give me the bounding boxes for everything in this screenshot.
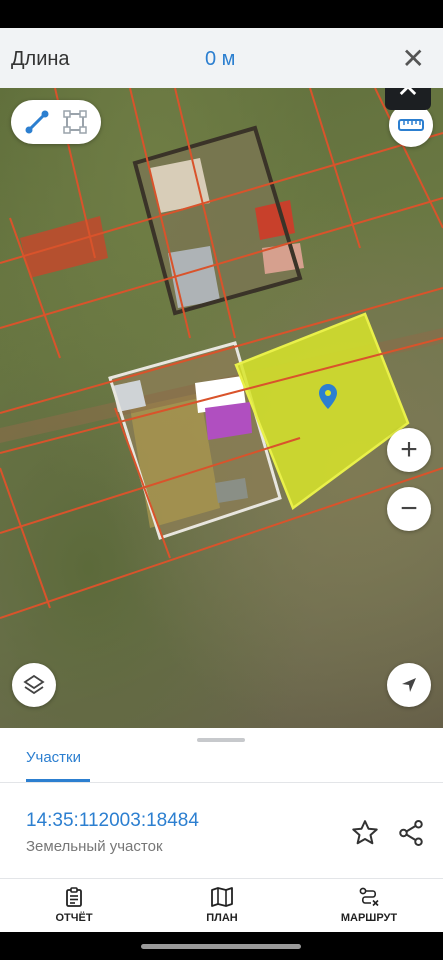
ruler-icon (398, 119, 424, 131)
status-bar (0, 0, 443, 28)
area-measure-icon[interactable] (61, 108, 89, 136)
system-gesture-bar (0, 932, 443, 960)
layers-icon (23, 674, 45, 695)
measure-value: 0 м (205, 48, 236, 70)
sheet-tabs: Участки (0, 744, 443, 783)
overlay-close-button[interactable]: ✕ (385, 88, 431, 110)
favorite-star-icon[interactable] (350, 818, 380, 848)
tab-active-indicator (26, 779, 90, 782)
zoom-in-button[interactable]: + (387, 428, 431, 472)
satellite-imagery (0, 88, 443, 619)
layers-button[interactable] (12, 663, 56, 707)
clipboard-icon (66, 887, 82, 907)
share-icon[interactable] (396, 818, 426, 848)
parcel-type: Земельный участок (26, 838, 163, 855)
nav-plan[interactable]: ПЛАН (172, 886, 272, 924)
sheet-drag-handle[interactable] (197, 738, 245, 742)
nav-report-label: ОТЧЁТ (55, 912, 93, 924)
map-view[interactable]: ✕ + − (0, 88, 443, 728)
zoom-out-button[interactable]: − (387, 487, 431, 531)
measure-header: Длина 0 м ✕ (0, 28, 443, 89)
route-icon (359, 887, 379, 907)
nav-report[interactable]: ОТЧЁТ (24, 886, 124, 924)
divider (0, 878, 443, 879)
tab-parcels[interactable]: Участки (26, 749, 81, 778)
close-measure-button[interactable]: ✕ (402, 42, 425, 75)
bottom-navigation: ОТЧЁТ ПЛАН МАРШРУТ (0, 880, 443, 932)
parcel-id-link[interactable]: 14:35:112003:18484 (26, 810, 199, 832)
measure-title: Длина (11, 48, 70, 70)
line-measure-icon[interactable] (23, 108, 51, 136)
nav-route-label: МАРШРУТ (340, 912, 398, 924)
nav-plan-label: ПЛАН (206, 912, 238, 924)
navigation-arrow-icon (402, 678, 416, 692)
nav-route[interactable]: МАРШРУТ (319, 886, 419, 924)
measure-mode-toggle[interactable] (11, 100, 101, 144)
my-location-button[interactable] (387, 663, 431, 707)
map-plan-icon (211, 887, 233, 907)
home-indicator[interactable] (141, 944, 301, 949)
